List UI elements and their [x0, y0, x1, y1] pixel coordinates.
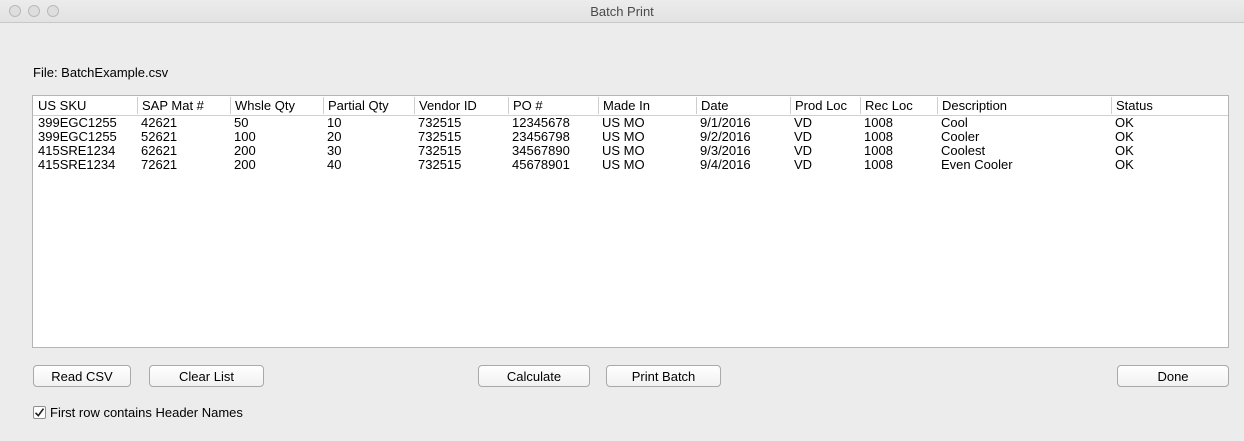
table-cell: US MO: [602, 129, 645, 144]
column-header-rec-loc[interactable]: Rec Loc: [860, 97, 913, 114]
table-cell: VD: [794, 115, 813, 130]
table-header: US SKU SAP Mat # Whsle Qty Partial Qty V…: [33, 96, 1228, 116]
table-cell: 20: [327, 129, 342, 144]
header-names-checkbox[interactable]: [33, 405, 46, 419]
table-cell: Coolest: [941, 143, 986, 158]
table-cell: 45678901: [512, 157, 570, 172]
table-cell: US MO: [602, 115, 645, 130]
table-cell: 9/2/2016: [700, 129, 751, 144]
clear-list-button[interactable]: Clear List: [149, 365, 264, 387]
title-bar: Batch Print: [0, 0, 1244, 23]
table-cell: 34567890: [512, 143, 570, 158]
table-cell: 42621: [141, 115, 178, 130]
table-cell: 1008: [864, 115, 893, 130]
column-header-whsle-qty[interactable]: Whsle Qty: [230, 97, 295, 114]
table-cell: 200: [234, 143, 256, 158]
table-cell: 200: [234, 157, 256, 172]
table-cell: VD: [794, 157, 813, 172]
table-cell: 30: [327, 143, 342, 158]
column-header-status[interactable]: Status: [1111, 97, 1228, 114]
column-header-description[interactable]: Description: [937, 97, 1007, 114]
column-header-made-in[interactable]: Made In: [598, 97, 650, 114]
table-cell: 62621: [141, 143, 178, 158]
table-cell: Cooler: [941, 129, 980, 144]
table-cell: 399EGC1255: [38, 129, 117, 144]
table-cell: OK: [1115, 115, 1134, 130]
batch-table[interactable]: US SKU SAP Mat # Whsle Qty Partial Qty V…: [32, 95, 1229, 348]
table-cell: 10: [327, 115, 342, 130]
table-cell: 23456798: [512, 129, 570, 144]
read-csv-button[interactable]: Read CSV: [33, 365, 131, 387]
table-cell: 9/3/2016: [700, 143, 751, 158]
table-cell: 9/1/2016: [700, 115, 751, 130]
column-header-sap-mat[interactable]: SAP Mat #: [137, 97, 204, 114]
table-cell: 732515: [418, 157, 462, 172]
print-batch-button[interactable]: Print Batch: [606, 365, 721, 387]
table-body: 399EGC1255 42621 50 10 732515 12345678 US MO 9/…: [33, 116, 1228, 172]
table-cell: 40: [327, 157, 342, 172]
table-cell: US MO: [602, 157, 645, 172]
table-cell: 50: [234, 115, 249, 130]
table-cell: 100: [234, 129, 256, 144]
column-header-prod-loc[interactable]: Prod Loc: [790, 97, 847, 114]
table-cell: 1008: [864, 143, 893, 158]
table-cell: OK: [1115, 143, 1134, 158]
table-cell: 12345678: [512, 115, 570, 130]
table-cell: 415SRE1234: [38, 143, 116, 158]
table-cell: 732515: [418, 143, 462, 158]
header-names-label: First row contains Header Names: [50, 404, 243, 420]
table-cell: Even Cooler: [941, 157, 1013, 172]
table-cell: 732515: [418, 115, 462, 130]
column-header-po[interactable]: PO #: [508, 97, 543, 114]
table-cell: OK: [1115, 129, 1134, 144]
table-cell: 52621: [141, 129, 178, 144]
table-cell: 399EGC1255: [38, 115, 117, 130]
column-header-date[interactable]: Date: [696, 97, 728, 114]
table-cell: OK: [1115, 157, 1134, 172]
table-row[interactable]: 399EGC1255 42621 50 10 732515 12345678 US MO 9/…: [33, 116, 1228, 130]
table-cell: 415SRE1234: [38, 157, 116, 172]
table-cell: 9/4/2016: [700, 157, 751, 172]
table-cell: VD: [794, 129, 813, 144]
table-row[interactable]: 415SRE1234 62621 200 30 732515 34567890 US MO 9…: [33, 144, 1228, 158]
file-label: File: BatchExample.csv: [33, 65, 169, 80]
table-row[interactable]: 415SRE1234 72621 200 40 732515 45678901 US MO 9…: [33, 158, 1228, 172]
table-cell: Cool: [941, 115, 968, 130]
window-title: Batch Print: [590, 4, 654, 19]
table-cell: US MO: [602, 143, 645, 158]
table-row[interactable]: 399EGC1255 52621 100 20 732515 23456798 US MO 9…: [33, 130, 1228, 144]
column-header-vendor-id[interactable]: Vendor ID: [414, 97, 477, 114]
table-cell: VD: [794, 143, 813, 158]
done-button[interactable]: Done: [1117, 365, 1229, 387]
table-cell: 1008: [864, 129, 893, 144]
calculate-button[interactable]: Calculate: [478, 365, 590, 387]
header-names-option[interactable]: First row contains Header Names: [33, 403, 243, 421]
column-header-partial-qty[interactable]: Partial Qty: [323, 97, 389, 114]
table-cell: 72621: [141, 157, 178, 172]
table-cell: 732515: [418, 129, 462, 144]
checkmark-icon: [34, 407, 45, 417]
column-header-us-sku[interactable]: US SKU: [38, 97, 86, 114]
table-cell: 1008: [864, 157, 893, 172]
batch-print-window: Batch Print File: BatchExample.csv US SK…: [0, 0, 1244, 441]
